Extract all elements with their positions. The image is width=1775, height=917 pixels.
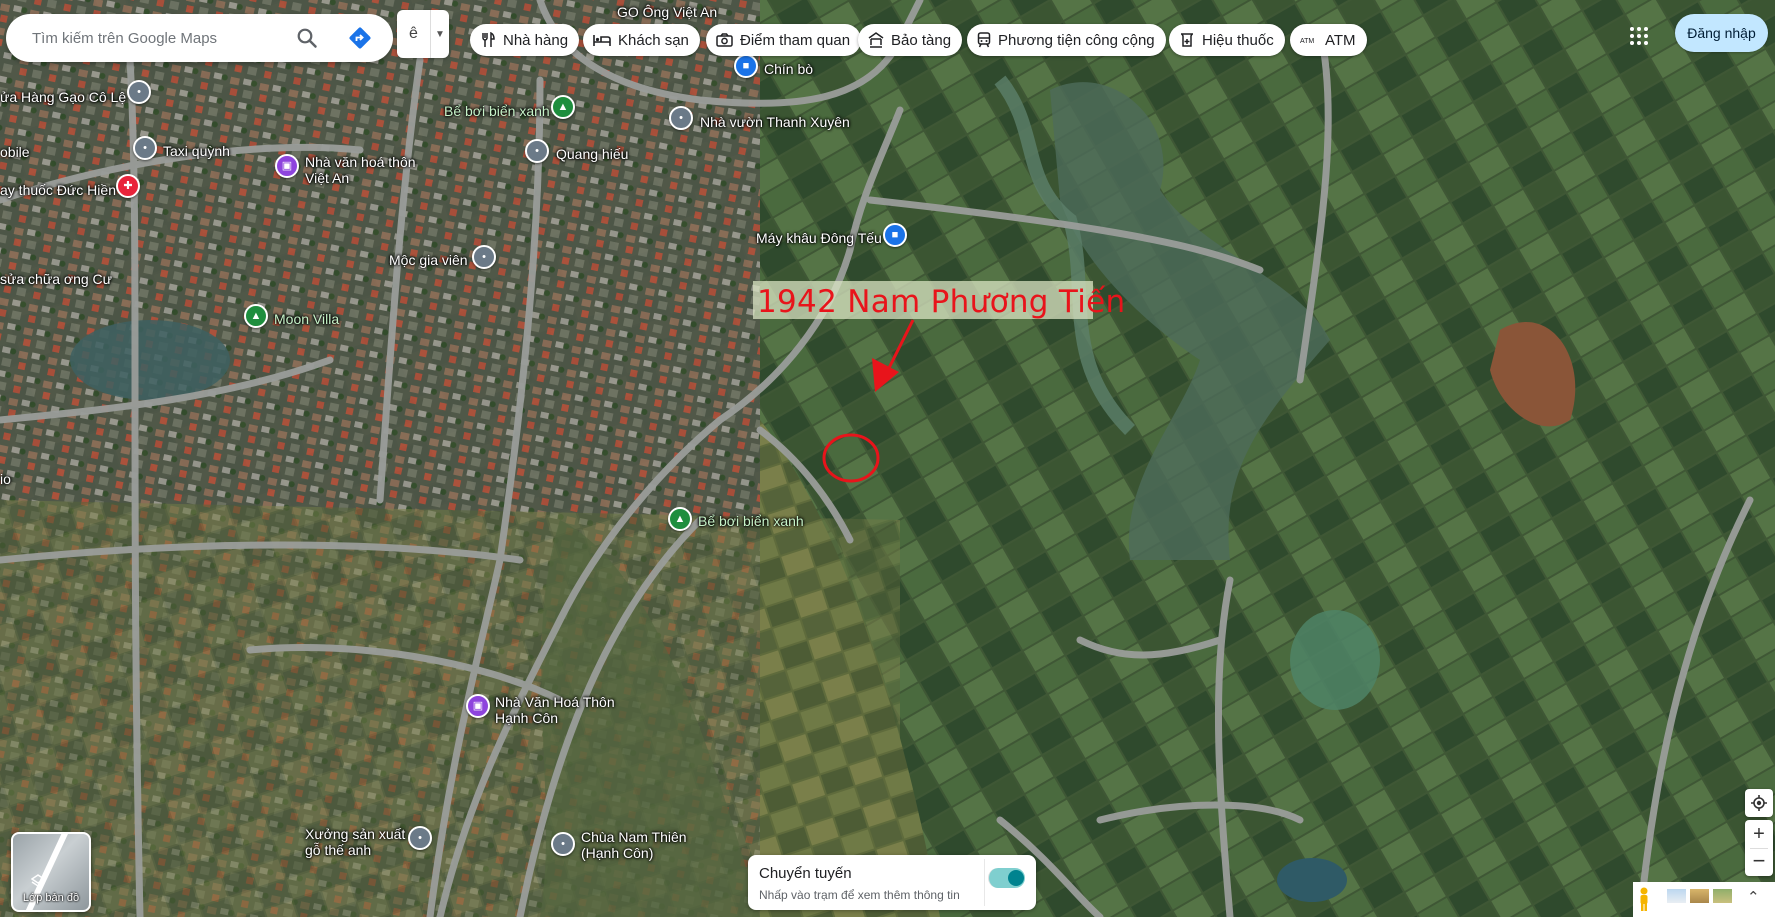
- pharmacy-icon: [1181, 33, 1193, 47]
- layers-label: Lớp bản đồ: [22, 892, 80, 904]
- sign-in-button[interactable]: Đăng nhập: [1675, 14, 1768, 52]
- place-marker-gray-icon[interactable]: •: [127, 80, 151, 104]
- place-marker-purple-icon[interactable]: ▣: [275, 154, 299, 178]
- place-label[interactable]: Bể bơi biển xanh: [444, 103, 550, 119]
- search-input[interactable]: [30, 28, 284, 48]
- place-label[interactable]: obile: [0, 144, 30, 160]
- place-marker-blue-icon[interactable]: ■: [734, 54, 758, 78]
- place-label[interactable]: ửa Hàng Gạo Cô Lệ: [0, 89, 126, 105]
- place-marker-green-icon[interactable]: ▲: [551, 95, 575, 119]
- svg-text:ATM: ATM: [1300, 38, 1314, 45]
- place-label[interactable]: sửa chữa ơng Cư: [0, 271, 112, 287]
- place-label[interactable]: Xưởng sản xuất đồ gỗ thế anh: [305, 826, 425, 858]
- place-marker-gray-icon[interactable]: •: [133, 136, 157, 160]
- place-marker-green-icon[interactable]: ▲: [668, 507, 692, 531]
- place-marker-gray-icon[interactable]: •: [669, 106, 693, 130]
- chip-label: Khách sạn: [618, 31, 689, 49]
- chip-museums[interactable]: Bảo tàng: [858, 24, 963, 56]
- transit-toggle-knob: [1008, 870, 1024, 886]
- chip-restaurants[interactable]: Nhà hàng: [470, 24, 580, 56]
- chip-label: Hiệu thuốc: [1202, 31, 1274, 49]
- place-label[interactable]: Quang hiếu: [556, 146, 628, 162]
- place-label[interactable]: Chín bò: [764, 61, 813, 77]
- chip-label: Điểm tham quan: [740, 31, 851, 49]
- place-label[interactable]: Mộc gia viên: [389, 252, 468, 268]
- layers-icon: [31, 874, 45, 887]
- zoom-out-button[interactable]: −: [1753, 848, 1766, 876]
- place-label[interactable]: Máy khâu Đông Tếu: [756, 230, 882, 246]
- atm-icon: ATM: [1300, 38, 1314, 45]
- search-icon[interactable]: [295, 26, 319, 50]
- chip-transit[interactable]: Phương tiện công cộng: [967, 24, 1166, 56]
- directions-icon[interactable]: [348, 26, 372, 50]
- chip-label: Nhà hàng: [503, 31, 569, 49]
- museum-icon: [868, 32, 884, 48]
- place-label[interactable]: GO Ông Việt An: [617, 4, 717, 20]
- annotation-text: 1942 Nam Phương Tiến: [757, 284, 1126, 320]
- restaurant-icon: [482, 32, 495, 47]
- transit-title: Chuyển tuyến: [759, 865, 852, 882]
- place-marker-purple-icon[interactable]: ▣: [466, 694, 490, 718]
- imagery-thumb-3[interactable]: [1712, 888, 1733, 904]
- place-marker-gray-icon[interactable]: •: [408, 826, 432, 850]
- chip-label: Bảo tàng: [891, 31, 952, 49]
- place-label[interactable]: Nhà Văn Hoá Thôn Hạnh Côn: [495, 694, 615, 726]
- place-label[interactable]: Bể bơi biển xanh: [698, 513, 804, 529]
- place-label[interactable]: Chùa Nam Thiên (Hạnh Côn): [581, 829, 701, 861]
- transit-divider: [984, 859, 985, 906]
- place-marker-green-icon[interactable]: ▲: [244, 304, 268, 328]
- my-location-button[interactable]: [1745, 789, 1773, 817]
- imagery-thumbnails: [1666, 888, 1733, 908]
- transit-panel: Chuyển tuyến Nhấp vào trạm để xem thêm t…: [748, 855, 1036, 910]
- zoom-in-button[interactable]: +: [1753, 821, 1765, 848]
- apps-grid-icon[interactable]: [1627, 24, 1651, 48]
- chip-pharmacies[interactable]: Hiệu thuốc: [1169, 24, 1285, 56]
- place-label[interactable]: ay thuốc Đức Hiền: [0, 182, 116, 198]
- place-label[interactable]: Nhà vườn Thanh Xuyên: [700, 114, 850, 130]
- chip-label: ATM: [1325, 31, 1356, 49]
- transit-toggle[interactable]: [988, 868, 1025, 888]
- language-label: ê: [409, 25, 418, 42]
- place-marker-red-icon[interactable]: ✚: [116, 174, 140, 198]
- chip-label: Phương tiện công cộng: [998, 31, 1155, 49]
- transit-subtitle: Nhấp vào trạm để xem thêm thông tin: [759, 888, 960, 902]
- camera-icon: [716, 33, 733, 47]
- place-marker-blue-icon[interactable]: ■: [883, 223, 907, 247]
- search-box[interactable]: [6, 14, 393, 62]
- place-marker-gray-icon[interactable]: •: [472, 245, 496, 269]
- chip-hotels[interactable]: Khách sạn: [583, 24, 700, 56]
- zoom-control: + −: [1745, 820, 1773, 876]
- chevron-down-icon[interactable]: ▼: [431, 29, 449, 40]
- place-marker-gray-icon[interactable]: •: [525, 139, 549, 163]
- my-location-icon: [1751, 795, 1767, 811]
- imagery-thumb-2[interactable]: [1689, 888, 1710, 904]
- place-label[interactable]: Nhà văn hoá thôn Việt An: [305, 154, 425, 186]
- chip-atm[interactable]: ATM ATM: [1290, 24, 1367, 56]
- chip-attractions[interactable]: Điểm tham quan: [706, 24, 862, 56]
- place-marker-gray-icon[interactable]: •: [551, 832, 575, 856]
- transit-icon: [977, 32, 991, 48]
- satellite-map[interactable]: [0, 0, 1775, 917]
- expand-icon[interactable]: ⌃: [1747, 888, 1760, 906]
- hotel-icon: [593, 35, 611, 46]
- place-label[interactable]: Moon Villa: [274, 311, 339, 327]
- imagery-thumb-1[interactable]: [1666, 888, 1687, 904]
- place-label[interactable]: io: [0, 471, 11, 487]
- layers-button[interactable]: Lớp bản đồ: [11, 832, 91, 912]
- place-label[interactable]: Taxi quỳnh: [163, 143, 230, 159]
- language-button[interactable]: ê ▼: [397, 10, 449, 58]
- annotation-label: 1942 Nam Phương Tiến: [753, 281, 1125, 320]
- pegman-icon[interactable]: [1636, 886, 1652, 912]
